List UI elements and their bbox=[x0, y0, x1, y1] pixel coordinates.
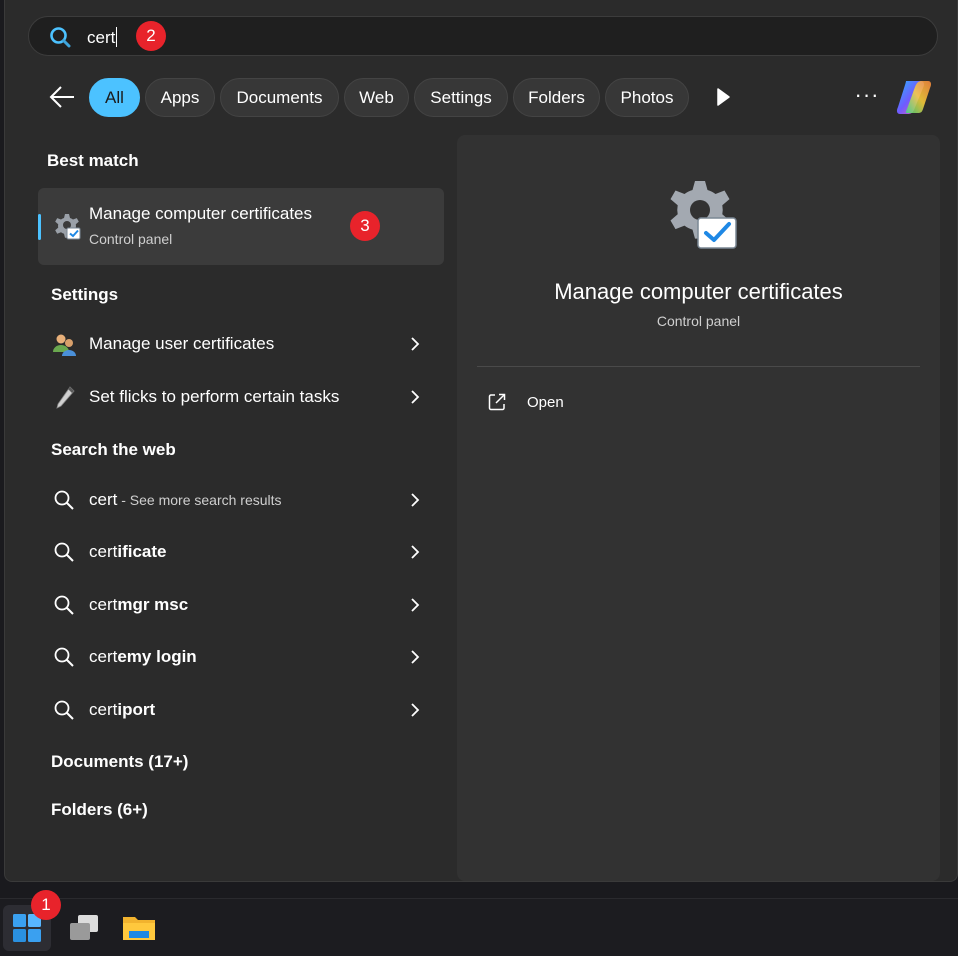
preview-subtitle: Control panel bbox=[656, 313, 741, 329]
settings-item-label: Manage user certificates bbox=[89, 334, 275, 353]
folders-heading[interactable]: Folders (6+) bbox=[51, 800, 148, 820]
web-result-certiport[interactable]: certiport bbox=[38, 686, 444, 734]
filter-apps[interactable]: Apps bbox=[145, 78, 215, 117]
settings-item-label: Set flicks to perform certain tasks bbox=[89, 387, 340, 406]
filter-folders[interactable]: Folders bbox=[513, 78, 600, 117]
gear-check-icon bbox=[55, 214, 81, 240]
filter-web[interactable]: Web bbox=[344, 78, 409, 117]
step-badge-3: 3 bbox=[350, 211, 380, 241]
best-match-title: Manage computer certificates bbox=[89, 204, 312, 223]
selection-indicator bbox=[38, 214, 41, 240]
web-result-label: certiport bbox=[89, 700, 156, 719]
web-result-cert[interactable]: cert - See more search results bbox=[38, 476, 444, 524]
chevron-right-icon[interactable] bbox=[408, 597, 422, 613]
search-icon bbox=[54, 647, 74, 667]
copilot-icon[interactable] bbox=[894, 78, 934, 116]
chevron-right-icon[interactable] bbox=[408, 649, 422, 665]
best-match-subtitle: Control panel bbox=[89, 231, 173, 247]
chevron-right-icon[interactable] bbox=[408, 336, 422, 352]
step-badge-1: 1 bbox=[31, 890, 61, 920]
search-query: cert bbox=[87, 27, 118, 47]
gear-check-icon bbox=[670, 181, 737, 249]
preview-title: Manage computer certificates bbox=[554, 279, 843, 304]
documents-heading[interactable]: Documents (17+) bbox=[51, 752, 188, 772]
search-icon bbox=[54, 490, 74, 510]
chevron-right-icon[interactable] bbox=[408, 389, 422, 405]
filter-all[interactable]: All bbox=[89, 78, 140, 117]
best-match-item[interactable]: Manage computer certificates Control pan… bbox=[38, 188, 444, 265]
task-view-button[interactable] bbox=[60, 905, 108, 951]
file-explorer-icon bbox=[123, 917, 155, 940]
settings-item-set-flicks[interactable]: Set flicks to perform certain tasks bbox=[38, 373, 444, 421]
chevron-right-icon[interactable] bbox=[408, 492, 422, 508]
open-label: Open bbox=[527, 394, 564, 411]
play-icon[interactable] bbox=[715, 87, 731, 107]
filter-photos[interactable]: Photos bbox=[605, 78, 689, 117]
task-view-icon bbox=[70, 915, 98, 940]
web-result-label: certmgr msc bbox=[89, 595, 189, 614]
search-icon bbox=[54, 542, 74, 562]
divider bbox=[477, 366, 920, 367]
web-result-certemy-login[interactable]: certemy login bbox=[38, 633, 444, 681]
web-result-label: cert - See more search results bbox=[89, 490, 282, 509]
taskbar bbox=[0, 898, 958, 956]
open-external-icon bbox=[488, 393, 506, 411]
web-result-certmgr-msc[interactable]: certmgr msc bbox=[38, 581, 444, 629]
chevron-right-icon[interactable] bbox=[408, 702, 422, 718]
users-icon bbox=[53, 334, 76, 356]
search-icon bbox=[50, 27, 71, 48]
file-explorer-button[interactable] bbox=[115, 905, 163, 951]
web-result-certificate[interactable]: certificate bbox=[38, 528, 444, 576]
filter-settings[interactable]: Settings bbox=[414, 78, 508, 117]
web-result-label: certemy login bbox=[89, 647, 197, 666]
pen-icon bbox=[56, 386, 75, 409]
settings-item-manage-user-certificates[interactable]: Manage user certificates bbox=[38, 320, 444, 368]
search-icon bbox=[54, 595, 74, 615]
step-badge-2: 2 bbox=[136, 21, 166, 51]
search-web-heading: Search the web bbox=[51, 440, 176, 459]
search-icon bbox=[54, 700, 74, 720]
preview-pane: Manage computer certificates Control pan… bbox=[457, 135, 940, 881]
more-icon[interactable]: ··· bbox=[853, 84, 881, 109]
best-match-heading: Best match bbox=[47, 151, 139, 170]
web-result-label: certificate bbox=[89, 542, 167, 561]
back-arrow-icon[interactable] bbox=[48, 84, 76, 110]
settings-heading: Settings bbox=[51, 285, 119, 304]
chevron-right-icon[interactable] bbox=[408, 544, 422, 560]
filter-documents[interactable]: Documents bbox=[220, 78, 339, 117]
